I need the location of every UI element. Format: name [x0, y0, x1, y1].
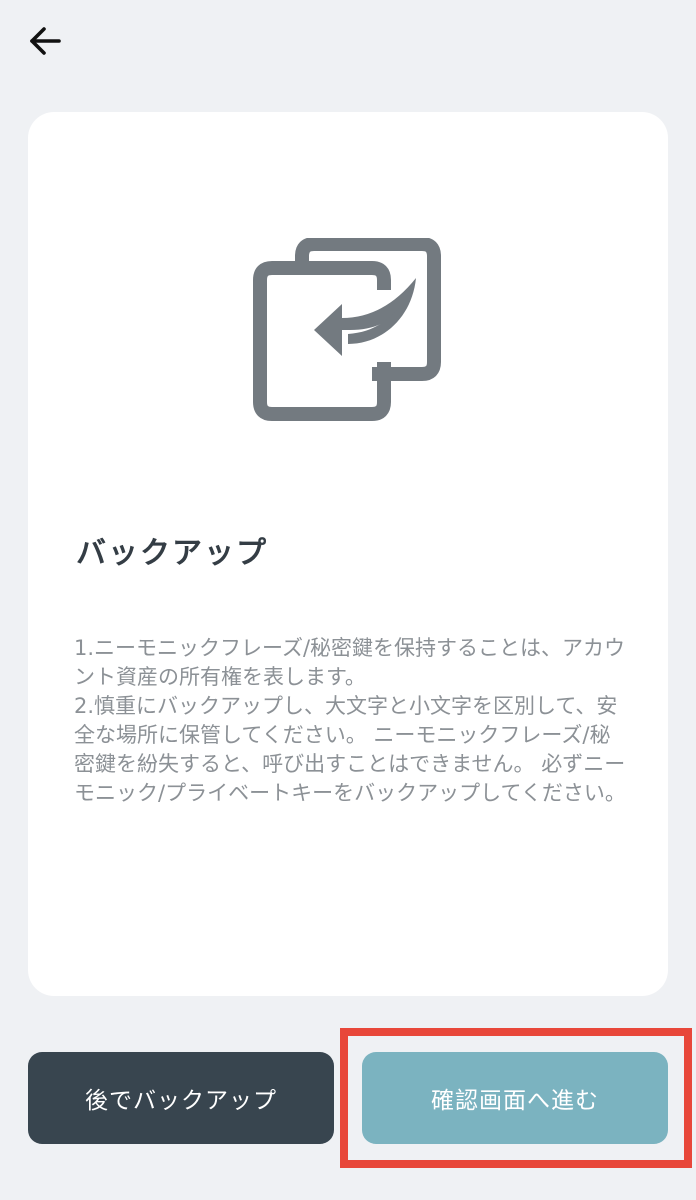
description-line-2: 2.慎重にバックアップし、大文字と小文字を区別して、安全な場所に保管してください… [74, 694, 626, 805]
backup-later-button[interactable]: 後でバックアップ [28, 1052, 334, 1144]
arrow-left-icon [30, 27, 61, 55]
back-button[interactable] [22, 18, 68, 64]
confirm-proceed-button[interactable]: 確認画面へ進む [362, 1052, 668, 1144]
backup-copy-icon [253, 238, 441, 421]
backup-screen: バックアップ 1.ニーモニックフレーズ/秘密鍵を保持することは、アカウント資産の… [0, 0, 696, 1200]
card-description: 1.ニーモニックフレーズ/秘密鍵を保持することは、アカウント資産の所有権を表しま… [74, 634, 626, 808]
description-line-1: 1.ニーモニックフレーズ/秘密鍵を保持することは、アカウント資産の所有権を表しま… [74, 636, 626, 689]
card-title: バックアップ [76, 536, 268, 571]
